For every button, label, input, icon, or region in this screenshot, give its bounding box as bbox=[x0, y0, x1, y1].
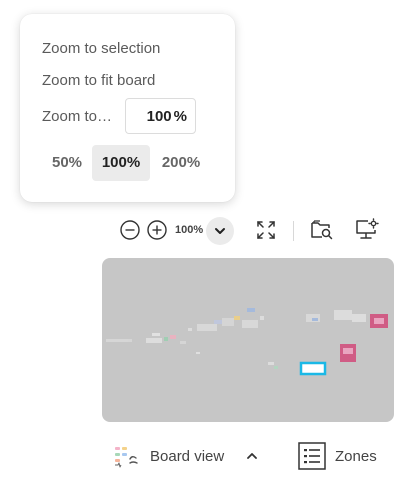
zoom-preset-50[interactable]: 50% bbox=[42, 145, 92, 181]
board-view-icon bbox=[115, 447, 138, 468]
board-view-label: Board view bbox=[150, 447, 225, 465]
chevron-down-icon bbox=[215, 228, 225, 234]
zones-label: Zones bbox=[335, 447, 377, 465]
zones-icon bbox=[298, 442, 326, 470]
board-minimap[interactable] bbox=[102, 258, 394, 422]
zoom-to-label: Zoom to… bbox=[42, 107, 113, 125]
zoom-preset-100[interactable]: 100% bbox=[92, 145, 150, 181]
zoom-percent-field[interactable]: % bbox=[125, 98, 196, 134]
board-view-button[interactable]: Board view bbox=[114, 438, 264, 474]
zoom-menu-toggle-button[interactable] bbox=[206, 217, 234, 245]
bottom-bar: Board view Zones bbox=[0, 438, 409, 474]
zones-button[interactable]: Zones bbox=[297, 438, 377, 474]
zoom-percent-input[interactable] bbox=[131, 107, 172, 125]
zoom-menu-popover: Zoom to selection Zoom to fit board Zoom… bbox=[20, 14, 235, 202]
folder-search-icon[interactable] bbox=[310, 219, 334, 241]
presentation-settings-icon[interactable] bbox=[355, 218, 379, 240]
toolbar-divider bbox=[293, 221, 294, 241]
chevron-up-icon[interactable] bbox=[240, 444, 264, 468]
zoom-level-indicator[interactable]: 100% bbox=[175, 224, 203, 236]
fullscreen-icon[interactable] bbox=[257, 221, 275, 239]
zoom-out-icon[interactable] bbox=[120, 220, 140, 240]
zoom-to-row: Zoom to… % bbox=[42, 98, 196, 134]
zoom-preset-200[interactable]: 200% bbox=[150, 145, 212, 181]
minimap-viewport-indicator bbox=[299, 361, 327, 376]
zoom-presets: 50% 100% 200% bbox=[42, 145, 212, 181]
zoom-in-icon[interactable] bbox=[147, 220, 167, 240]
minimap-canvas bbox=[106, 308, 388, 376]
zoom-percent-unit: % bbox=[173, 107, 187, 125]
zoom-to-fit-item[interactable]: Zoom to fit board bbox=[42, 72, 155, 89]
zoom-to-selection-item[interactable]: Zoom to selection bbox=[42, 40, 160, 57]
